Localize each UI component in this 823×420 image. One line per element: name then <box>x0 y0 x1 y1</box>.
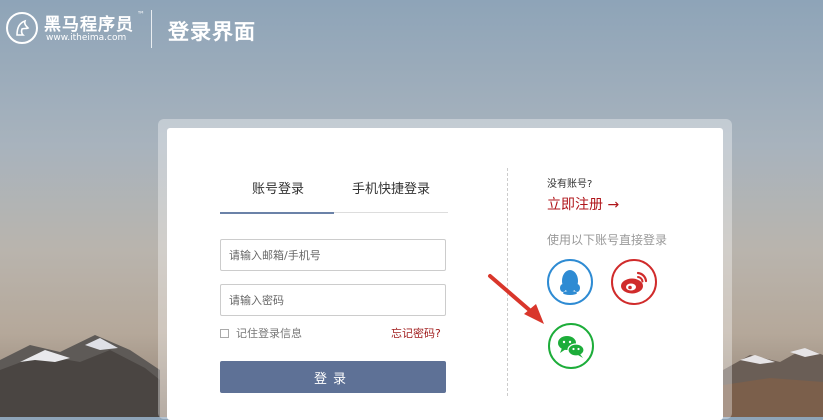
register-link[interactable]: 立即注册 → <box>547 194 619 214</box>
no-account-text: 没有账号? <box>547 179 593 190</box>
forgot-password-link[interactable]: 忘记密码? <box>391 325 441 341</box>
qq-penguin-icon <box>560 270 580 295</box>
login-panel: 账号登录 手机快捷登录 记住登录信息 忘记密码? 登录 没有账号? 立即注册 →… <box>167 128 723 420</box>
remember-checkbox[interactable] <box>220 328 229 338</box>
wechat-icon <box>558 336 585 358</box>
password-input[interactable] <box>220 284 446 316</box>
brand-url: www.itheima.com <box>46 33 127 43</box>
brand-logo-icon[interactable] <box>6 12 38 44</box>
weibo-login-button[interactable] <box>611 259 657 305</box>
active-tab-indicator <box>220 212 334 214</box>
remember-label: 记住登录信息 <box>236 327 302 340</box>
tab-account-login[interactable]: 账号登录 <box>252 178 304 197</box>
tab-phone-quick-login[interactable]: 手机快捷登录 <box>352 178 430 197</box>
remember-me: 记住登录信息 <box>220 325 302 341</box>
login-tabs: 账号登录 手机快捷登录 <box>220 168 448 214</box>
weibo-icon <box>621 271 648 294</box>
horse-head-icon <box>16 19 30 36</box>
username-input[interactable] <box>220 239 446 271</box>
third-party-login-hint: 使用以下账号直接登录 <box>547 233 668 247</box>
login-button[interactable]: 登录 <box>220 361 446 393</box>
brand-trademark: ™ <box>137 10 145 19</box>
page-title: 登录界面 <box>168 20 256 44</box>
brand-name: 黑马程序员 <box>44 15 134 35</box>
wechat-login-button[interactable] <box>548 323 594 369</box>
header-divider <box>151 10 152 48</box>
red-arrow-pointer <box>488 274 544 324</box>
page-header: 黑马程序员 ™ www.itheima.com 登录界面 <box>0 0 823 60</box>
